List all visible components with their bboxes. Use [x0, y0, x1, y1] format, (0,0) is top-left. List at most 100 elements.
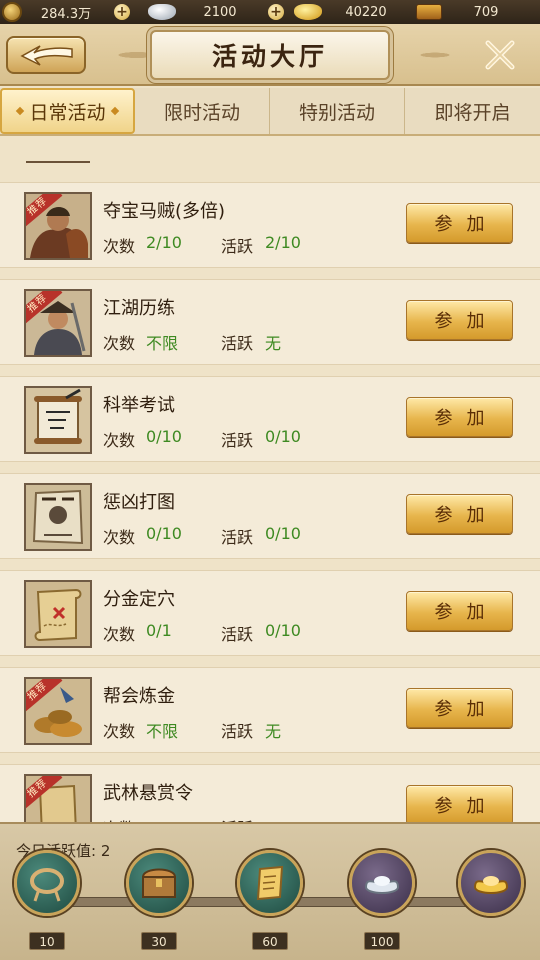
scroll-icon: [256, 865, 284, 901]
activity-list[interactable]: 推荐 夺宝马贼(多倍) 次数 2/10 活跃 2/10 参加 推荐 江湖历练 次…: [0, 138, 540, 822]
activity-value: 无: [265, 722, 282, 741]
milestone-reward-10[interactable]: [14, 850, 80, 916]
count-label: 次数: [103, 528, 136, 547]
activity-label: 活跃: [221, 528, 254, 547]
list-separator: [26, 161, 90, 163]
chest-icon: [141, 868, 177, 898]
list-item: 推荐 夺宝马贼(多倍) 次数 2/10 活跃 2/10 参加: [0, 182, 540, 268]
milestone-value: 30: [141, 932, 177, 950]
activity-label: 活跃: [221, 625, 254, 644]
activity-value: 0/10: [265, 621, 301, 640]
box-currency: 709: [410, 0, 540, 24]
count-label: 次数: [103, 722, 136, 741]
join-button[interactable]: 参加: [406, 591, 513, 631]
join-button[interactable]: 参加: [406, 785, 513, 822]
list-item: 分金定穴 次数 0/1 活跃 0/10 参加: [0, 570, 540, 656]
activity-label: 活跃: [221, 722, 254, 741]
gold-amount: 40220: [345, 4, 387, 20]
activity-value: 无: [265, 334, 282, 353]
activity-value: 2/10: [265, 233, 301, 252]
activity-thumbnail: 推荐: [24, 774, 92, 822]
count-label: 次数: [103, 815, 135, 822]
tab-label: 限时活动: [163, 101, 240, 124]
activity-progress-footer: 今日活跃值: 2 10 30 60 100: [0, 822, 540, 960]
silver-amount: 2100: [203, 4, 237, 20]
join-button[interactable]: 参加: [406, 203, 513, 243]
close-icon: [485, 40, 515, 70]
milestone-reward-60[interactable]: [237, 850, 303, 916]
count-label: 次数: [103, 334, 136, 353]
milestone-reward-30[interactable]: [126, 850, 192, 916]
today-activity-value: 2: [100, 842, 111, 860]
milestone-reward-100[interactable]: [349, 850, 415, 916]
join-button[interactable]: 参加: [406, 300, 513, 340]
activity-name: 武林悬赏令: [103, 783, 193, 804]
milestone-value: 60: [252, 932, 288, 950]
list-item: 推荐 帮会炼金 次数 不限 活跃 无 参加: [0, 667, 540, 753]
count-value: 不限: [146, 334, 179, 353]
count-value: 0/1: [146, 621, 172, 640]
milestone-reward-final[interactable]: [458, 850, 524, 916]
gold-ingot-icon: [473, 876, 509, 894]
activity-label: 活跃: [221, 815, 253, 822]
count-value: 不限: [146, 722, 179, 741]
tab-active-marker: [110, 106, 119, 116]
tab-active-marker: [16, 106, 25, 116]
back-button[interactable]: [6, 36, 86, 74]
add-copper-button[interactable]: +: [114, 4, 130, 20]
milestone-value: 10: [29, 932, 65, 950]
list-item: 推荐 江湖历练 次数 不限 活跃 无 参加: [0, 279, 540, 365]
activity-thumbnail: 推荐: [24, 677, 92, 745]
join-button[interactable]: 参加: [406, 494, 513, 534]
tab-special[interactable]: 特别活动: [270, 88, 405, 134]
tab-upcoming[interactable]: 即将开启: [405, 88, 540, 134]
header: 活动大厅: [0, 24, 540, 86]
wanted-poster-icon: [26, 485, 90, 549]
activity-value: 0/10: [265, 427, 301, 446]
count-value: 2/10: [146, 233, 182, 252]
activity-name: 分金定穴: [103, 589, 175, 610]
activity-thumbnail: [24, 386, 92, 454]
activity-name: 科举考试: [103, 395, 175, 416]
activity-thumbnail: 推荐: [24, 192, 92, 260]
silver-ingot-icon: [148, 4, 176, 20]
close-button[interactable]: [474, 32, 526, 78]
copper-currency: 284.3万 +: [0, 0, 140, 24]
tab-daily[interactable]: 日常活动: [0, 88, 135, 134]
treasure-map-icon: [26, 582, 90, 646]
exam-scroll-icon: [26, 388, 90, 452]
count-value: 0/10: [146, 427, 182, 446]
count-label: 次数: [103, 625, 136, 644]
list-item: 科举考试 次数 0/10 活跃 0/10 参加: [0, 376, 540, 462]
silver-currency: 2100 +: [140, 0, 290, 24]
rope-icon: [30, 868, 64, 902]
tab-label: 即将开启: [434, 101, 511, 124]
gold-ingot-icon: [294, 4, 322, 20]
copper-amount: 284.3万: [40, 6, 92, 22]
add-silver-button[interactable]: +: [268, 4, 284, 20]
page-title: 活动大厅: [211, 42, 328, 71]
gold-currency: 40220: [290, 0, 410, 24]
activity-label: 活跃: [221, 334, 254, 353]
join-button[interactable]: 参加: [406, 688, 513, 728]
count-label: 次数: [103, 237, 136, 256]
activity-thumbnail: 推荐: [24, 289, 92, 357]
back-arrow-icon: [20, 45, 73, 66]
list-item: 推荐 武林悬赏令 次数 活跃 参加: [0, 764, 540, 822]
treasure-box-icon: [416, 4, 442, 20]
silver-ingot-icon: [364, 876, 400, 894]
join-button[interactable]: 参加: [406, 397, 513, 437]
list-item: 惩凶打图 次数 0/10 活跃 0/10 参加: [0, 473, 540, 559]
tab-limited[interactable]: 限时活动: [135, 88, 270, 134]
activity-thumbnail: [24, 483, 92, 551]
box-amount: 709: [473, 4, 499, 20]
activity-name: 江湖历练: [103, 298, 175, 319]
tab-label: 日常活动: [29, 101, 106, 124]
tab-bar: 日常活动 限时活动 特别活动 即将开启: [0, 88, 540, 136]
activity-label: 活跃: [221, 431, 254, 450]
title-plaque: 活动大厅: [150, 30, 390, 80]
milestone-value: 100: [364, 932, 400, 950]
activity-value: 0/10: [265, 524, 301, 543]
activity-thumbnail: [24, 580, 92, 648]
tab-label: 特别活动: [298, 101, 375, 124]
